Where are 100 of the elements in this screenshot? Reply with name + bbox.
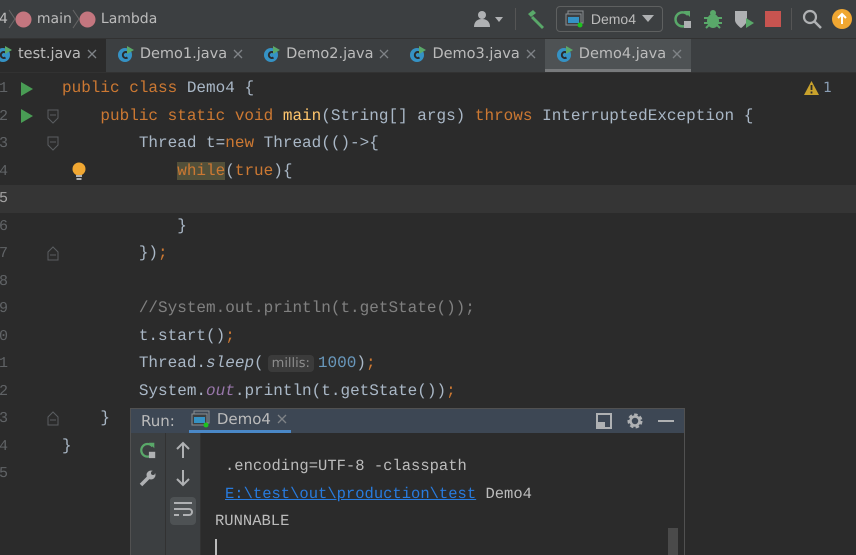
run-configuration-dropdown[interactable]: Demo4 <box>556 6 663 32</box>
line-number: 3 <box>0 135 8 152</box>
code-token: public class <box>62 79 178 97</box>
search-icon[interactable] <box>802 9 822 29</box>
update-icon[interactable] <box>832 9 852 29</box>
code-token: }) <box>138 244 158 262</box>
editor-tab[interactable]: Demo1.java <box>106 39 252 72</box>
code-token: new <box>225 134 256 152</box>
code-token: while <box>177 162 226 180</box>
java-class-icon <box>409 46 426 62</box>
editor-tab[interactable]: Demo4.java <box>544 39 692 72</box>
layout-icon[interactable] <box>596 412 612 429</box>
editor-tab[interactable]: Demo3.java <box>398 39 545 72</box>
java-class-icon <box>556 46 573 62</box>
code-token: ){ <box>273 162 292 180</box>
line-number: 0 <box>0 328 8 345</box>
code-token: Demo4 { <box>186 79 254 97</box>
line-number: 4 <box>0 438 8 455</box>
code-token: 1000 <box>318 354 356 372</box>
run-icon[interactable] <box>20 82 32 96</box>
line-number: 4 <box>0 162 8 180</box>
java-class-icon <box>116 46 134 62</box>
close-icon[interactable] <box>379 49 390 59</box>
code-token: ( <box>225 162 235 180</box>
breadcrumb-item[interactable]: main <box>36 11 72 27</box>
soft-wrap-icon[interactable] <box>173 500 193 518</box>
chevron-icon <box>8 9 16 29</box>
code-token: .println(t.getState()) <box>234 382 446 400</box>
rerun-icon[interactable] <box>139 440 157 458</box>
code-token: } <box>100 409 110 427</box>
classpath-link[interactable]: E:\test\out\production\test <box>225 484 476 503</box>
warning-icon[interactable] <box>804 81 820 95</box>
code-token: InterruptedException { <box>542 106 754 124</box>
line-number: 9 <box>0 300 8 318</box>
user-icon[interactable] <box>472 10 505 28</box>
code-token: } <box>177 216 187 234</box>
hammer-icon[interactable] <box>526 9 546 29</box>
editor-tab[interactable]: Demo2.java <box>252 39 398 72</box>
code-token: true <box>234 162 274 180</box>
code-token: ; <box>158 244 168 262</box>
code-token: Thread. <box>138 354 206 372</box>
code-token: ) <box>356 354 366 372</box>
window-icon <box>190 410 211 428</box>
code-token: (String[] args) <box>321 106 466 124</box>
code-token: out <box>206 382 235 400</box>
line-number: 1 <box>0 80 8 98</box>
java-class-icon <box>0 46 12 62</box>
java-class-icon <box>263 46 280 62</box>
line-number: 3 <box>0 410 8 428</box>
close-icon[interactable] <box>86 49 97 59</box>
breadcrumb-item[interactable]: 4 <box>0 11 8 27</box>
line-number: 2 <box>0 382 8 400</box>
console-text: .encoding=UTF-8 -classpath <box>225 457 467 476</box>
close-icon[interactable] <box>233 49 244 59</box>
panel-title: Run: <box>141 412 175 430</box>
code-token: sleep <box>206 354 254 372</box>
code-token: //System.out.println(t.getState()); <box>138 299 475 317</box>
caret-icon <box>642 15 654 23</box>
shield-run-icon[interactable] <box>733 9 755 29</box>
wrench-icon[interactable] <box>139 468 157 486</box>
fold-icon[interactable] <box>47 136 59 152</box>
warning-count: 1 <box>823 80 832 96</box>
code-token: t.start() <box>138 326 226 344</box>
fold-icon[interactable] <box>47 411 59 426</box>
code-token: System. <box>138 382 206 400</box>
text-cursor <box>215 539 217 555</box>
code-token: ; <box>446 382 456 400</box>
code-token: ; <box>366 354 376 372</box>
line-number: 7 <box>0 245 8 262</box>
down-arrow-icon[interactable] <box>176 468 190 486</box>
close-icon[interactable] <box>526 49 536 59</box>
bug-icon[interactable] <box>703 9 723 29</box>
rerun-icon[interactable] <box>673 9 693 29</box>
code-token: Thread(()->{ <box>264 134 379 152</box>
window-icon <box>564 10 585 28</box>
line-number: 2 <box>0 108 8 125</box>
line-number: 5 <box>0 465 8 482</box>
line-number: 1 <box>0 355 8 372</box>
run-icon[interactable] <box>20 109 32 124</box>
console-text: RUNNABLE <box>215 512 290 530</box>
line-number: 8 <box>0 272 8 290</box>
code-token: ( <box>254 354 264 372</box>
code-token: main <box>282 106 322 124</box>
fold-icon[interactable] <box>47 246 59 262</box>
close-icon[interactable] <box>276 414 287 424</box>
line-number: 6 <box>0 218 8 235</box>
up-arrow-icon[interactable] <box>176 440 190 458</box>
code-token: ; <box>225 326 235 344</box>
code-token: } <box>62 436 72 454</box>
breadcrumb-item[interactable]: Lambda <box>100 11 158 27</box>
code-token: Thread t= <box>138 134 226 152</box>
line-number: 5 <box>0 190 8 208</box>
editor-tab[interactable]: test.java <box>0 39 106 72</box>
settings-icon[interactable] <box>626 412 644 430</box>
lightbulb-icon[interactable] <box>72 162 86 180</box>
code-token: throws <box>474 106 534 124</box>
run-tab[interactable]: Demo4 <box>188 409 291 432</box>
fold-icon[interactable] <box>47 108 59 124</box>
parameter-hint: millis: <box>268 355 314 372</box>
code-token: public static void <box>100 106 274 124</box>
